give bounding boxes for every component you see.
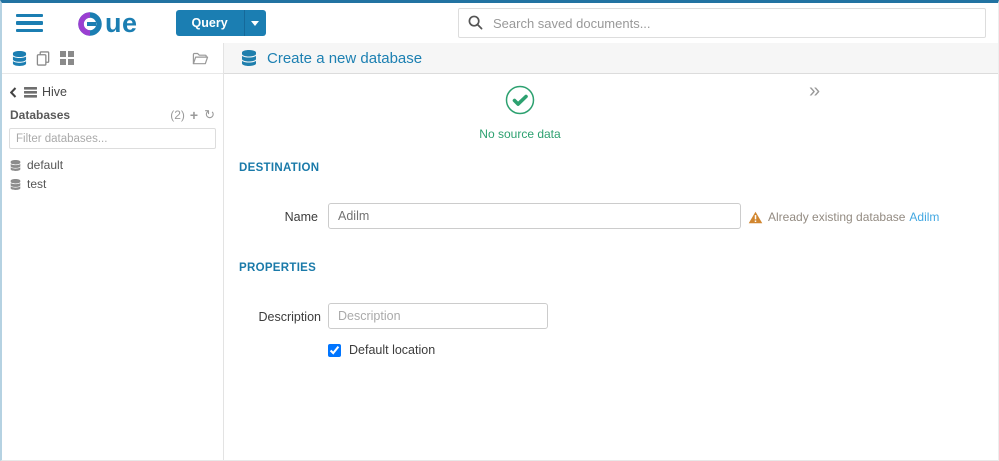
database-icon [242, 50, 256, 66]
hue-logo-icon [78, 12, 102, 36]
destination-heading: DESTINATION [239, 162, 320, 174]
add-database-icon[interactable]: + [190, 108, 198, 122]
existing-database-link[interactable]: Adilm [909, 210, 939, 224]
hamburger-menu-icon[interactable] [16, 13, 43, 33]
double-chevron-right-icon[interactable]: » [809, 80, 820, 103]
page-title: Create a new database [267, 49, 423, 67]
hue-logo-text: ue [105, 8, 138, 38]
query-button[interactable]: Query [175, 10, 266, 36]
description-label: Description [258, 310, 321, 324]
source-table-icon [24, 86, 37, 98]
query-dropdown-toggle[interactable] [245, 10, 266, 36]
database-list-item[interactable]: test [2, 175, 223, 194]
databases-section-header: Databases (2) + ↻ [10, 108, 215, 122]
default-location-row: Default location [328, 343, 435, 357]
status-text: No source data [479, 127, 561, 141]
default-location-checkbox[interactable] [328, 343, 341, 357]
assist-source-breadcrumb: Hive [10, 85, 215, 99]
name-input[interactable] [328, 203, 741, 229]
source-status: No source data [454, 85, 586, 141]
back-chevron-icon[interactable] [10, 86, 17, 98]
caret-down-icon [251, 20, 260, 26]
source-name[interactable]: Hive [42, 85, 67, 99]
name-warning: Already existing database Adilm [748, 210, 939, 224]
database-icon [10, 160, 21, 171]
top-navigation-bar: ue Query [2, 3, 998, 43]
database-list: default test [2, 156, 223, 194]
database-icon [10, 179, 21, 190]
assist-panel: Hive Databases (2) + ↻ default test [2, 43, 224, 460]
database-name: default [27, 158, 64, 172]
assist-panel-tabs [2, 43, 223, 74]
apps-grid-tab-icon[interactable] [60, 51, 74, 65]
database-list-item[interactable]: default [2, 156, 223, 175]
filter-databases-input[interactable] [9, 128, 216, 149]
description-input[interactable] [328, 303, 548, 329]
databases-count: (2) [170, 108, 185, 122]
database-name: test [27, 177, 47, 191]
search-icon [468, 15, 483, 30]
refresh-icon[interactable]: ↻ [204, 108, 215, 121]
check-circle-icon [505, 85, 535, 115]
warning-text: Already existing database [768, 210, 906, 224]
document-search [458, 8, 986, 38]
hue-app-window: ue Query Search saved documents... Hive … [0, 0, 999, 461]
search-input[interactable] [458, 8, 986, 38]
documents-tab-icon[interactable] [36, 50, 51, 66]
folder-open-icon[interactable] [192, 51, 209, 66]
warning-triangle-icon [748, 211, 763, 223]
page-header: Create a new database [224, 43, 998, 74]
query-button-label: Query [191, 16, 228, 30]
main-panel: Create a new database No source data » D… [224, 43, 998, 460]
databases-tab-icon[interactable] [12, 50, 27, 66]
default-location-label: Default location [349, 343, 436, 357]
name-label: Name [284, 210, 318, 224]
hue-logo[interactable]: ue [76, 9, 138, 37]
database-filter [9, 128, 216, 149]
create-database-form: No source data » DESTINATION Name Alread… [224, 74, 998, 460]
databases-label: Databases [10, 108, 71, 122]
properties-heading: PROPERTIES [239, 262, 317, 274]
